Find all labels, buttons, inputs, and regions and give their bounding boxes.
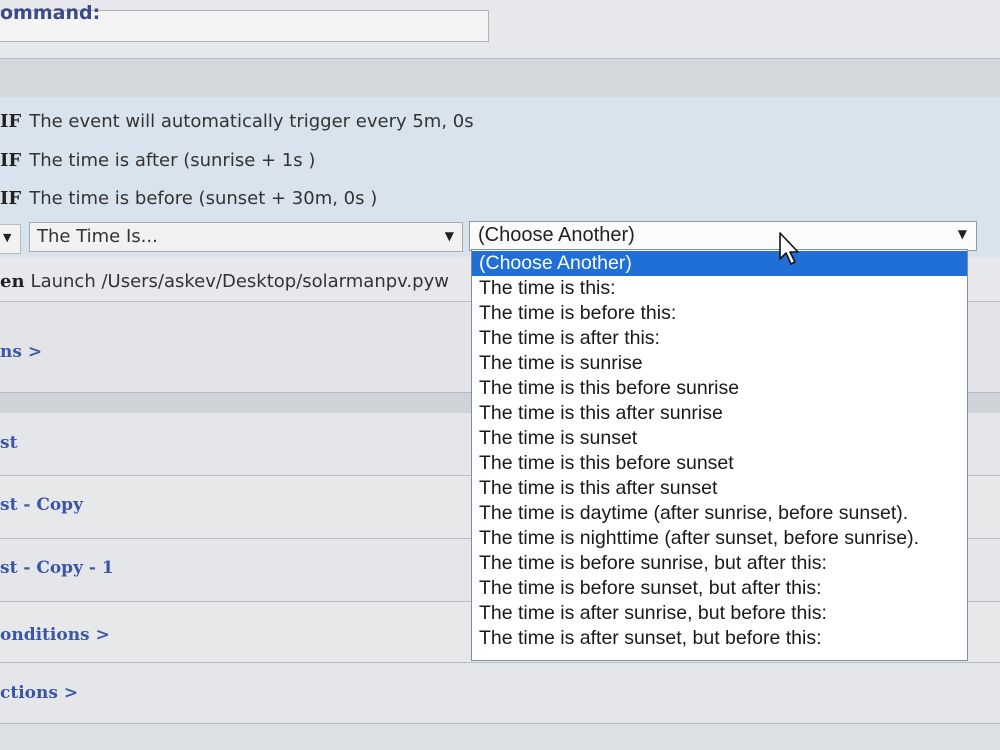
chevron-down-icon: ▼ bbox=[3, 231, 12, 244]
more-actions-link-2[interactable]: ctions > bbox=[0, 683, 78, 703]
list-item-link[interactable]: st - Copy bbox=[0, 495, 83, 515]
more-actions-link[interactable]: ns > bbox=[0, 342, 42, 362]
dropdown-option[interactable]: The time is before sunrise, but after th… bbox=[472, 551, 967, 576]
list-item-link[interactable]: st - Copy - 1 bbox=[0, 558, 114, 578]
condition-keyword: IF bbox=[0, 188, 22, 209]
condition-type-select[interactable]: The Time Is... ▼ bbox=[29, 222, 463, 252]
condition-keyword: IF bbox=[0, 111, 22, 132]
chevron-down-icon: ▼ bbox=[957, 227, 967, 241]
action-row[interactable]: en Launch /Users/askev/Desktop/solarmanpv… bbox=[0, 271, 449, 292]
command-label: ommand: bbox=[0, 2, 101, 24]
dropdown-option[interactable]: (Choose Another) bbox=[472, 251, 967, 276]
dropdown-option[interactable]: The time is before sunset, but after thi… bbox=[472, 576, 967, 601]
condition-text: The time is after (sunrise + 1s ) bbox=[29, 150, 316, 171]
dropdown-option[interactable]: The time is this: bbox=[472, 276, 967, 301]
list-item-link[interactable]: st bbox=[0, 433, 17, 453]
action-text: Launch /Users/askev/Desktop/solarmanpv.p… bbox=[30, 271, 449, 292]
dropdown-option[interactable]: The time is after sunrise, but before th… bbox=[472, 601, 967, 626]
condition-type-value: The Time Is... bbox=[37, 226, 158, 247]
condition-text: The time is before (sunset + 30m, 0s ) bbox=[29, 188, 378, 209]
condition-value-selected: (Choose Another) bbox=[478, 224, 635, 246]
dropdown-option[interactable]: The time is after this: bbox=[472, 326, 967, 351]
dropdown-option[interactable]: The time is sunset bbox=[472, 426, 967, 451]
list-band bbox=[0, 663, 1000, 723]
more-conditions-link[interactable]: onditions > bbox=[0, 625, 110, 645]
condition-row[interactable]: IF The time is after (sunrise + 1s ) bbox=[0, 150, 315, 171]
list-band bbox=[0, 724, 1000, 750]
condition-value-select[interactable]: (Choose Another) ▼ bbox=[469, 221, 977, 251]
spacer-band bbox=[0, 59, 1000, 97]
dropdown-option[interactable]: The time is after sunset, but before thi… bbox=[472, 626, 967, 651]
dropdown-option[interactable]: The time is this after sunset bbox=[472, 476, 967, 501]
dropdown-option[interactable]: The time is this before sunrise bbox=[472, 376, 967, 401]
condition-row[interactable]: IF The time is before (sunset + 30m, 0s ) bbox=[0, 188, 377, 209]
dropdown-option[interactable]: The time is nighttime (after sunset, bef… bbox=[472, 526, 967, 551]
mouse-cursor-icon bbox=[779, 232, 799, 265]
dropdown-option[interactable]: The time is before this: bbox=[472, 301, 967, 326]
chevron-down-icon: ▼ bbox=[444, 229, 454, 243]
condition-text: The event will automatically trigger eve… bbox=[29, 111, 474, 132]
action-keyword: en bbox=[0, 271, 25, 292]
condition-keyword: IF bbox=[0, 150, 22, 171]
dropdown-option[interactable]: The time is this after sunrise bbox=[472, 401, 967, 426]
dropdown-list[interactable]: (Choose Another) The time is this: The t… bbox=[471, 249, 968, 661]
dropdown-option[interactable]: The time is this before sunset bbox=[472, 451, 967, 476]
dropdown-option[interactable]: The time is daytime (after sunrise, befo… bbox=[472, 501, 967, 526]
dropdown-option[interactable]: The time is sunrise bbox=[472, 351, 967, 376]
logic-select[interactable]: ▼ bbox=[0, 224, 21, 254]
condition-row[interactable]: IF The event will automatically trigger e… bbox=[0, 111, 474, 132]
